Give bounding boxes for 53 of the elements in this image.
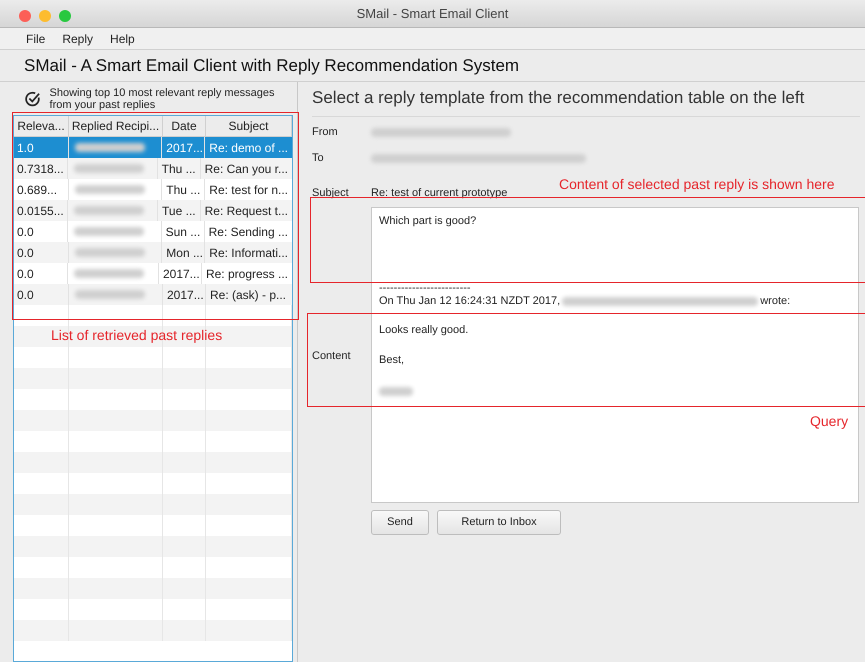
window-title: SMail - Smart Email Client [356,4,508,23]
menu-item[interactable]: File [26,30,46,48]
quoted-text: Looks really good. [379,322,468,338]
minimize-button[interactable] [39,10,51,22]
separator-text: ------------------------- [379,282,471,294]
notice-text: Showing top 10 most relevant reply messages from your past replies [50,86,276,110]
column-header[interactable]: Replied Recipi... [69,116,163,136]
table-row[interactable]: 0.0155... Tue ... Re: Request t... [14,200,292,221]
field-label: To [312,150,325,166]
section-heading: Select a reply template from the recommendation table on the left [312,87,806,110]
menu-item[interactable]: Reply [62,30,94,48]
redacted-text [74,248,145,257]
table-row[interactable]: 1.0 2017... Re: demo of ... [14,137,292,158]
table-cell-text: Re: Can you r... [204,160,289,178]
table-cell-text: Re: (ask) - p... [209,286,288,304]
table-cell-text: Re: Request t... [204,202,289,220]
field-label: Content [312,349,352,364]
field-label: From [312,124,339,140]
menu-item[interactable]: Help [110,30,135,48]
annotation-label: Query [810,412,848,431]
redacted-text [74,164,144,173]
redacted-text [74,206,144,215]
app-title: SMail - A Smart Email Client with Reply Recommendation System [24,54,520,77]
quote-header-text: wrote: [760,294,790,308]
column-header[interactable]: Releva... [14,116,69,136]
table-row[interactable]: 0.0 2017... Re: (ask) - p... [14,284,292,305]
table-cell-text: Re: Sending ... [208,224,289,240]
redacted-text [379,386,413,396]
quoted-text: Best, [379,353,404,368]
redacted-text [75,290,145,299]
subject-text: Re: test of current prototype [371,186,508,201]
redacted-text [74,185,145,194]
column-header[interactable]: Date [163,116,206,136]
column-header[interactable]: Subject [206,116,292,136]
redacted-text [74,143,145,152]
close-button[interactable] [19,10,31,22]
action-button[interactable]: Send [371,510,429,535]
table-cell-text: Re: progress ... [204,266,289,282]
table-cell-text: Re: Informati... [208,244,289,262]
check-circle-icon [24,90,42,108]
table-row[interactable]: 0.7318... Thu ... Re: Can you r... [14,158,292,179]
zoom-button[interactable] [59,10,71,22]
reply-text: Which part is good? [379,214,476,229]
redacted-text [74,269,144,278]
table-cell-text: Re: demo of ... [208,140,289,156]
action-button[interactable]: Return to Inbox [437,510,561,535]
annotation-label: List of retrieved past replies [51,326,222,345]
quote-header-text: On Thu Jan 12 16:24:31 NZDT 2017, [379,294,560,308]
annotation-label: Content of selected past reply is shown here [559,175,834,194]
table-row[interactable]: 0.0 Mon ... Re: Informati... [14,242,292,263]
table-cell-text: Re: test for n... [208,182,289,198]
redacted-text [74,227,144,236]
field-label: Subject [312,186,350,201]
